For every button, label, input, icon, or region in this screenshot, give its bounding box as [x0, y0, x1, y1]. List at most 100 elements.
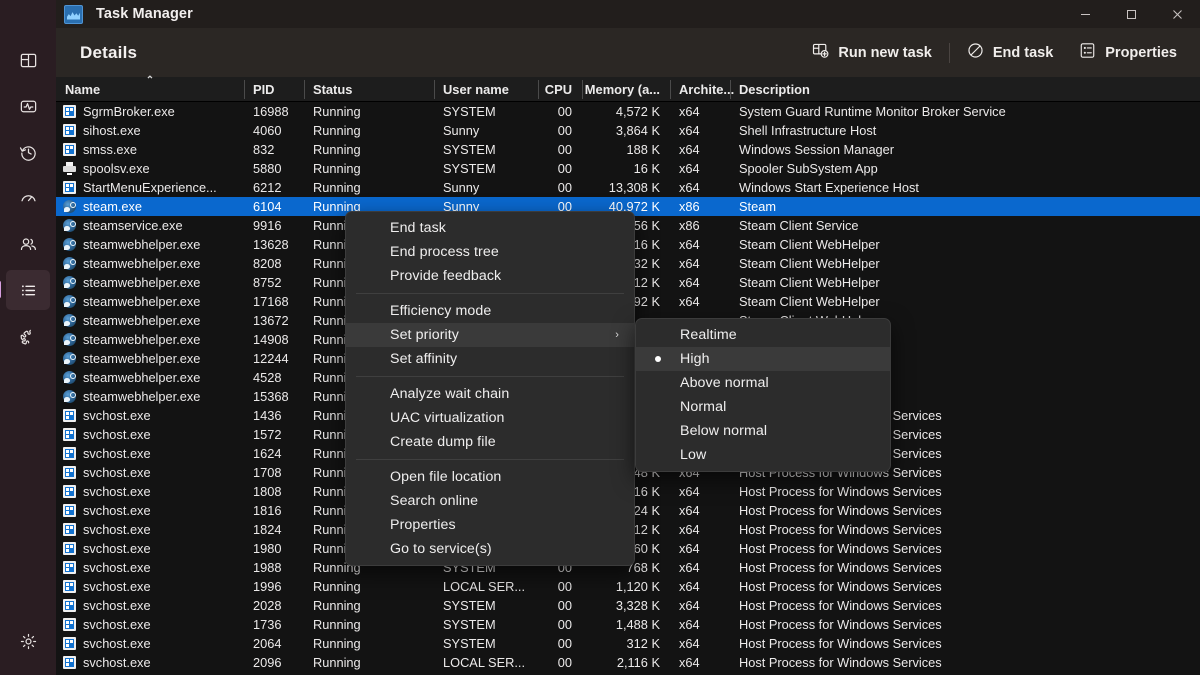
table-row[interactable]: StartMenuExperience...6212RunningSunny00…	[56, 178, 1200, 197]
steam-process-icon	[63, 257, 76, 270]
table-row[interactable]: svchost.exe1736RunningSYSTEM001,488 Kx64…	[56, 615, 1200, 634]
cell-pid: 8208	[244, 256, 304, 271]
navigation-rail	[0, 0, 56, 675]
context-menu-item[interactable]: Go to service(s)	[346, 537, 634, 561]
cell-pid: 1736	[244, 617, 304, 632]
column-header-cpu[interactable]: CPU	[538, 77, 582, 102]
priority-option[interactable]: Low	[636, 443, 890, 467]
context-menu-item[interactable]: Search online	[346, 489, 634, 513]
table-row[interactable]: svchost.exe2096RunningLOCAL SER...002,11…	[56, 653, 1200, 672]
properties-button[interactable]: Properties	[1066, 37, 1190, 69]
context-menu-item[interactable]: Create dump file	[346, 430, 634, 454]
table-row[interactable]: svchost.exe2028RunningSYSTEM003,328 Kx64…	[56, 596, 1200, 615]
sidebar-item-users[interactable]	[6, 224, 50, 264]
cell-desc: Host Process for Windows Services	[730, 484, 1200, 499]
table-row[interactable]: SgrmBroker.exe16988RunningSYSTEM004,572 …	[56, 102, 1200, 121]
cell-cpu: 00	[538, 655, 582, 670]
cell-name: svchost.exe	[56, 579, 244, 594]
cell-pid: 16988	[244, 104, 304, 119]
context-menu-item[interactable]: Set priority›	[346, 323, 634, 347]
end-task-button[interactable]: End task	[954, 37, 1066, 69]
cell-user: SYSTEM	[434, 617, 538, 632]
process-name-label: steamwebhelper.exe	[83, 332, 200, 347]
cell-name: svchost.exe	[56, 503, 244, 518]
steam-process-icon	[63, 200, 76, 213]
cell-pid: 12244	[244, 351, 304, 366]
context-menu-item[interactable]: End process tree	[346, 240, 634, 264]
table-row[interactable]: smss.exe832RunningSYSTEM00188 Kx64Window…	[56, 140, 1200, 159]
table-row[interactable]: svchost.exe2064RunningSYSTEM00312 Kx64Ho…	[56, 634, 1200, 653]
sidebar-item-services[interactable]	[6, 316, 50, 356]
context-menu-item[interactable]: Analyze wait chain	[346, 382, 634, 406]
cell-desc: Host Process for Windows Services	[730, 598, 1200, 613]
context-menu-item-label: End task	[390, 220, 446, 236]
generic-process-icon	[63, 447, 76, 460]
priority-option[interactable]: High	[636, 347, 890, 371]
context-menu-item[interactable]: Properties	[346, 513, 634, 537]
process-name-label: steamwebhelper.exe	[83, 294, 200, 309]
table-row[interactable]: svchost.exe1996RunningLOCAL SER...001,12…	[56, 577, 1200, 596]
run-new-task-button[interactable]: Run new task	[799, 37, 944, 69]
cell-arch: x86	[670, 199, 730, 214]
cell-name: steamwebhelper.exe	[56, 351, 244, 366]
cell-name: steamwebhelper.exe	[56, 332, 244, 347]
sidebar-item-settings[interactable]	[6, 621, 50, 661]
cell-pid: 1824	[244, 522, 304, 537]
cell-name: steamwebhelper.exe	[56, 237, 244, 252]
column-header-label: Name	[65, 82, 100, 97]
generic-process-icon	[63, 580, 76, 593]
steam-process-icon	[63, 371, 76, 384]
priority-option[interactable]: Normal	[636, 395, 890, 419]
cell-name: svchost.exe	[56, 484, 244, 499]
cell-desc: Steam Client Service	[730, 218, 1200, 233]
maximize-button[interactable]	[1108, 0, 1154, 28]
cell-desc: Steam Client WebHelper	[730, 237, 1200, 252]
process-name-label: svchost.exe	[83, 484, 151, 499]
cell-status: Running	[304, 180, 434, 195]
cell-user: SYSTEM	[434, 161, 538, 176]
column-header-status[interactable]: Status	[304, 77, 434, 102]
generic-process-icon	[63, 599, 76, 612]
context-menu-item[interactable]: Provide feedback	[346, 264, 634, 288]
context-menu-item-label: Set priority	[390, 327, 459, 343]
cell-name: svchost.exe	[56, 427, 244, 442]
cell-name: sihost.exe	[56, 123, 244, 138]
sidebar-item-performance[interactable]	[6, 86, 50, 126]
close-button[interactable]	[1154, 0, 1200, 28]
column-header-pid[interactable]: PID	[244, 77, 304, 102]
cell-arch: x64	[670, 579, 730, 594]
column-header-desc[interactable]: Description	[730, 77, 1200, 102]
context-menu-item-label: Efficiency mode	[390, 303, 491, 319]
context-menu-item[interactable]: Efficiency mode	[346, 299, 634, 323]
priority-option[interactable]: Realtime	[636, 323, 890, 347]
column-header-arch[interactable]: Archite...	[670, 77, 730, 102]
process-name-label: steamwebhelper.exe	[83, 256, 200, 271]
priority-option[interactable]: Below normal	[636, 419, 890, 443]
cell-arch: x64	[670, 104, 730, 119]
column-header-user[interactable]: User name	[434, 77, 538, 102]
cell-desc: Steam	[730, 199, 1200, 214]
process-name-label: svchost.exe	[83, 560, 151, 575]
sidebar-item-details[interactable]	[6, 270, 50, 310]
cell-arch: x64	[670, 541, 730, 556]
startup-apps-icon	[19, 189, 38, 208]
column-header-name[interactable]: Name⌃	[56, 77, 244, 102]
sidebar-item-startup-apps[interactable]	[6, 178, 50, 218]
column-header-label: Archite...	[679, 82, 734, 97]
priority-option[interactable]: Above normal	[636, 371, 890, 395]
steam-process-icon	[63, 238, 76, 251]
context-menu-item[interactable]: End task	[346, 216, 634, 240]
context-menu-item[interactable]: Set affinity	[346, 347, 634, 371]
sidebar-item-app-history[interactable]	[6, 132, 50, 172]
minimize-button[interactable]	[1062, 0, 1108, 28]
context-menu-item[interactable]: UAC virtualization	[346, 406, 634, 430]
cell-pid: 5880	[244, 161, 304, 176]
context-menu-item-label: Go to service(s)	[390, 541, 492, 557]
context-menu-item[interactable]: Open file location	[346, 465, 634, 489]
table-row[interactable]: sihost.exe4060RunningSunny003,864 Kx64Sh…	[56, 121, 1200, 140]
cell-pid: 13628	[244, 237, 304, 252]
cell-name: steamwebhelper.exe	[56, 370, 244, 385]
column-header-mem[interactable]: Memory (a...	[582, 77, 670, 102]
table-row[interactable]: spoolsv.exe5880RunningSYSTEM0016 Kx64Spo…	[56, 159, 1200, 178]
sidebar-item-processes[interactable]	[6, 40, 50, 80]
